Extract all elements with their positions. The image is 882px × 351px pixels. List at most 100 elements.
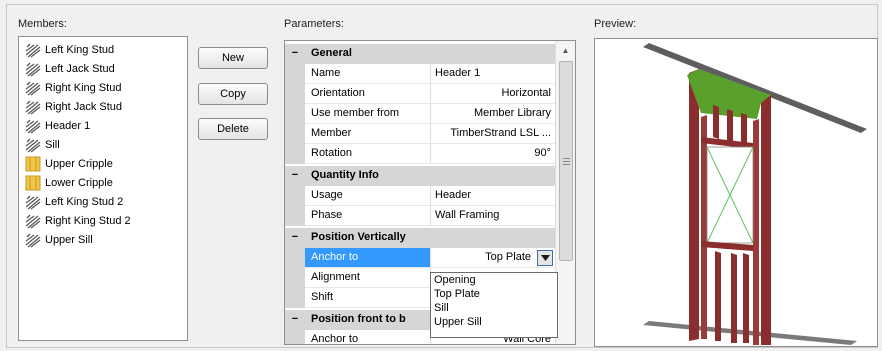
param-name: Rotation	[305, 144, 431, 164]
scrollbar-thumb[interactable]	[559, 61, 573, 261]
stud-icon	[25, 232, 41, 248]
member-list-item[interactable]: Left King Stud 2	[19, 192, 187, 211]
param-name: Anchor to	[305, 330, 431, 344]
param-name: Member	[305, 124, 431, 144]
category-label: Position front to b	[311, 313, 406, 325]
collapse-toggle[interactable]: −	[289, 313, 301, 325]
param-value[interactable]: Member Library	[431, 104, 555, 124]
wall-frame-preview	[643, 43, 867, 345]
parameters-scrollbar[interactable]: ▲	[555, 41, 575, 344]
member-list-item[interactable]: Upper Sill	[19, 230, 187, 249]
param-row-name[interactable]: Name Header 1	[285, 64, 555, 84]
bottom-plate	[643, 321, 857, 345]
preview-pane[interactable]	[594, 38, 878, 347]
member-list-item[interactable]: Left King Stud	[19, 40, 187, 59]
jack-stud	[701, 115, 707, 339]
members-list[interactable]: Left King Stud Left Jack Stud Right King S…	[18, 36, 188, 341]
member-list-item[interactable]: Right King Stud	[19, 78, 187, 97]
member-list-item[interactable]: Lower Cripple	[19, 173, 187, 192]
dropdown-option[interactable]: Upper Sill	[434, 317, 482, 328]
stud-icon	[25, 61, 41, 77]
upper-cripple	[713, 105, 719, 139]
members-label: Members:	[18, 18, 67, 30]
member-label: Upper Cripple	[45, 157, 113, 170]
param-row-orientation[interactable]: Orientation Horizontal	[285, 84, 555, 104]
member-label: Left Jack Stud	[45, 62, 115, 75]
member-label: Right King Stud 2	[45, 214, 131, 227]
stud-icon	[25, 42, 41, 58]
param-row-rotation[interactable]: Rotation 90°	[285, 144, 555, 164]
dropdown-option[interactable]: Sill	[434, 303, 449, 314]
category-label: Quantity Info	[311, 169, 379, 181]
jack-stud	[753, 119, 759, 345]
lower-cripple	[715, 251, 721, 341]
category-label: General	[311, 47, 352, 59]
scroll-up-arrow-icon[interactable]: ▲	[558, 43, 573, 58]
anchor-to-select[interactable]: Top Plate	[431, 248, 555, 268]
dropdown-option[interactable]: Top Plate	[434, 289, 480, 300]
param-name: Orientation	[305, 84, 431, 104]
param-value[interactable]: Wall Framing	[431, 206, 555, 226]
dropdown-option[interactable]: Opening	[434, 275, 476, 286]
lower-cripple	[731, 253, 737, 343]
stud-icon	[25, 137, 41, 153]
category-general[interactable]: − General	[285, 44, 555, 64]
param-row-member[interactable]: Member TimberStrand LSL ...	[285, 124, 555, 144]
preview-label: Preview:	[594, 18, 637, 30]
param-name: Use member from	[305, 104, 431, 124]
member-label: Right Jack Stud	[45, 100, 123, 113]
param-value[interactable]: 90°	[431, 144, 555, 164]
param-name: Name	[305, 64, 431, 84]
cripple-icon	[25, 175, 41, 191]
param-value[interactable]: Horizontal	[431, 84, 555, 104]
upper-cripple	[741, 113, 747, 145]
dropdown-toggle-button[interactable]	[537, 250, 553, 266]
param-row-use-member-from[interactable]: Use member from Member Library	[285, 104, 555, 124]
member-list-item[interactable]: Sill	[19, 135, 187, 154]
parameters-label: Parameters:	[284, 18, 344, 30]
stud-icon	[25, 80, 41, 96]
param-name: Usage	[305, 186, 431, 206]
category-quantity-info[interactable]: − Quantity Info	[285, 166, 555, 186]
category-label: Position Vertically	[311, 231, 406, 243]
upper-cripple	[727, 109, 733, 143]
member-label: Lower Cripple	[45, 176, 113, 189]
param-row-usage[interactable]: Usage Header	[285, 186, 555, 206]
param-name: Phase	[305, 206, 431, 226]
anchor-to-dropdown-list[interactable]: Opening Top Plate Sill Upper Sill	[430, 272, 558, 338]
copy-button[interactable]: Copy	[198, 83, 268, 105]
member-list-item[interactable]: Left Jack Stud	[19, 59, 187, 78]
member-label: Left King Stud	[45, 43, 115, 56]
stud-icon	[25, 99, 41, 115]
new-button[interactable]: New	[198, 47, 268, 69]
stud-icon	[25, 213, 41, 229]
king-stud	[761, 95, 771, 345]
member-label: Left King Stud 2	[45, 195, 124, 208]
category-position-vertically[interactable]: − Position Vertically	[285, 228, 555, 248]
collapse-toggle[interactable]: −	[289, 231, 301, 243]
param-value[interactable]: Header 1	[431, 64, 555, 84]
king-stud	[689, 69, 699, 341]
collapse-toggle[interactable]: −	[289, 169, 301, 181]
param-name: Anchor to	[305, 248, 431, 268]
param-value[interactable]: Header	[431, 186, 555, 206]
collapse-toggle[interactable]: −	[289, 47, 301, 59]
member-label: Right King Stud	[45, 81, 122, 94]
delete-button[interactable]: Delete	[198, 118, 268, 140]
member-list-item[interactable]: Header 1	[19, 116, 187, 135]
member-label: Upper Sill	[45, 233, 93, 246]
param-row-anchor-to[interactable]: Anchor to Top Plate	[285, 248, 555, 268]
param-name: Alignment	[305, 268, 431, 288]
member-label: Header 1	[45, 119, 91, 132]
chevron-down-icon	[540, 255, 550, 261]
param-value: Top Plate	[485, 251, 531, 263]
param-value[interactable]: TimberStrand LSL ...	[431, 124, 555, 144]
param-name: Shift	[305, 288, 431, 308]
member-label: Sill	[45, 138, 60, 151]
param-row-phase[interactable]: Phase Wall Framing	[285, 206, 555, 226]
member-list-item[interactable]: Upper Cripple	[19, 154, 187, 173]
lower-cripple	[743, 253, 749, 343]
member-list-item[interactable]: Right King Stud 2	[19, 211, 187, 230]
cripple-icon	[25, 156, 41, 172]
member-list-item[interactable]: Right Jack Stud	[19, 97, 187, 116]
